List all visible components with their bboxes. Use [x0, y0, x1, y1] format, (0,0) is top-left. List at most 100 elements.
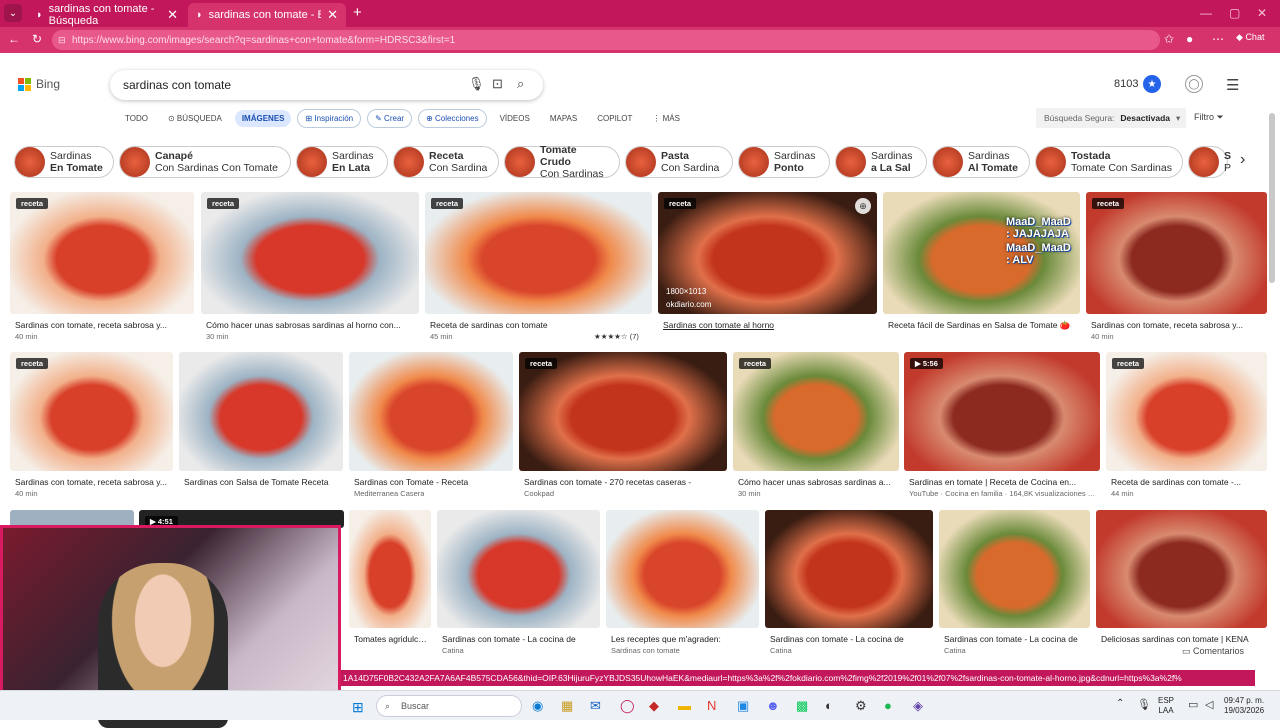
image-caption[interactable]: Receta fácil de Sardinas en Salsa de Tom…: [888, 320, 1077, 331]
taskbar-search[interactable]: ⌕ Buscar: [376, 695, 522, 717]
image-result[interactable]: receta: [425, 192, 652, 314]
search-box[interactable]: sardinas con tomate 🎙 ⊡ ⌕: [110, 70, 543, 100]
safe-search-dropdown[interactable]: Búsqueda Segura: Desactivada ▾: [1036, 108, 1186, 128]
address-bar[interactable]: ⊟ https://www.bing.com/images/search?q=s…: [52, 30, 1160, 50]
settings-gear-icon[interactable]: ⚙: [855, 698, 867, 714]
twitch-icon[interactable]: ◈: [913, 698, 923, 714]
nav-videos[interactable]: VÍDEOS: [493, 110, 537, 127]
close-tab-icon[interactable]: ✕: [327, 7, 338, 23]
nav-colecciones[interactable]: ⊕ Colecciones: [418, 109, 487, 128]
image-caption[interactable]: Sardinas con Tomate - Receta: [354, 477, 510, 487]
image-caption[interactable]: Sardinas en tomate | Receta de Cocina en…: [909, 477, 1097, 487]
image-caption[interactable]: Receta de sardinas con tomate -...: [1111, 477, 1264, 487]
close-tab-icon[interactable]: ✕: [167, 7, 178, 23]
app-green-icon[interactable]: ▩: [796, 698, 808, 714]
rewards-points[interactable]: 8103: [1114, 78, 1138, 90]
tab-2[interactable]: ◗ sardinas con tomate - Búsqueda d ✕: [188, 3, 346, 27]
related-search-chip[interactable]: Canapé Con Sardinas Con Tomate: [119, 146, 291, 178]
extension-icon[interactable]: ●: [1186, 32, 1193, 46]
image-caption[interactable]: Sardinas con tomate - La cocina de: [944, 634, 1087, 644]
network-icon[interactable]: ▭: [1188, 698, 1198, 711]
related-search-chip[interactable]: Receta Con Sardina: [393, 146, 499, 178]
image-caption[interactable]: Sardinas con tomate al horno: [663, 320, 874, 330]
nav-busqueda[interactable]: ⊙ BÚSQUEDA: [161, 110, 229, 127]
image-result[interactable]: [939, 510, 1090, 628]
spotify-icon[interactable]: ●: [884, 698, 892, 713]
store-icon[interactable]: ▦: [561, 698, 573, 714]
maximize-icon[interactable]: ▢: [1229, 6, 1240, 20]
image-result[interactable]: receta: [10, 192, 194, 314]
rewards-icon[interactable]: ★: [1143, 75, 1161, 93]
hamburger-menu-icon[interactable]: ☰: [1226, 76, 1239, 94]
image-result[interactable]: receta: [1106, 352, 1267, 471]
nav-imagenes[interactable]: IMÁGENES: [234, 110, 292, 127]
image-caption[interactable]: Sardinas con tomate, receta sabrosa y...: [1091, 320, 1264, 330]
nav-todo[interactable]: TODO: [118, 110, 155, 127]
image-caption[interactable]: Deliciosas sardinas con tomate | KENA: [1101, 634, 1264, 644]
nav-copilot[interactable]: COPILOT: [590, 110, 639, 127]
folder-icon[interactable]: ▬: [678, 698, 691, 713]
related-search-chip[interactable]: Tomate Crudo Con Sardinas: [504, 146, 620, 178]
image-result[interactable]: receta 1800×1013 okdiario.com ⊕: [658, 192, 877, 314]
mail-icon[interactable]: ✉: [590, 698, 601, 714]
chevron-right-icon[interactable]: ›: [1240, 151, 1245, 169]
windows-start-icon[interactable]: ⊞: [352, 699, 364, 716]
image-caption[interactable]: Les receptes que m'agraden:: [611, 634, 756, 644]
related-search-chip[interactable]: Sardinas a La Sal: [835, 146, 927, 178]
image-caption[interactable]: Sardinas con Salsa de Tomate Receta: [184, 477, 340, 487]
image-caption[interactable]: Receta de sardinas con tomate: [430, 320, 649, 330]
back-icon[interactable]: ←: [8, 32, 20, 46]
save-to-collection-icon[interactable]: ⊕: [855, 198, 871, 214]
filter-button[interactable]: Filtro ⏷: [1194, 112, 1224, 123]
related-search-chip[interactable]: Sardinas En Lata: [296, 146, 388, 178]
clock[interactable]: 09:47 p. m. 19/03/2026: [1224, 696, 1264, 716]
image-caption[interactable]: Sardinas con tomate - La cocina de: [770, 634, 930, 644]
refresh-icon[interactable]: ↻: [32, 32, 42, 46]
tab-1[interactable]: ◗ sardinas con tomate - Búsqueda ✕: [28, 3, 186, 27]
edge-icon[interactable]: ◉: [532, 698, 543, 714]
image-result[interactable]: receta: [519, 352, 727, 471]
image-result[interactable]: [349, 352, 513, 471]
image-result[interactable]: [765, 510, 933, 628]
language-indicator[interactable]: ESP LAA: [1158, 696, 1174, 716]
image-result[interactable]: receta: [201, 192, 419, 314]
image-result[interactable]: [1096, 510, 1267, 628]
microphone-icon[interactable]: 🎙: [468, 76, 485, 92]
image-caption[interactable]: Sardinas con tomate - 270 recetas casera…: [524, 477, 724, 487]
tray-chevron-up-icon[interactable]: ⌃: [1116, 698, 1124, 709]
microphone-tray-icon[interactable]: 🎙: [1137, 698, 1151, 711]
image-caption[interactable]: Sardinas con tomate - La cocina de: [442, 634, 597, 644]
image-caption[interactable]: Cómo hacer unas sabrosas sardinas al hor…: [206, 320, 416, 330]
more-menu-icon[interactable]: ⋯: [1212, 32, 1224, 46]
nav-inspiracion[interactable]: ⊞ Inspiración: [297, 109, 362, 128]
tab-list-button[interactable]: ⌄: [4, 4, 22, 22]
comments-button[interactable]: ▭ Comentarios: [1182, 646, 1244, 657]
visual-search-icon[interactable]: ⊡: [492, 76, 503, 92]
site-info-icon[interactable]: ⊟: [58, 35, 66, 46]
image-caption[interactable]: Sardinas con tomate, receta sabrosa y...: [15, 477, 170, 487]
copilot-chat-button[interactable]: ◆ Chat: [1236, 32, 1264, 43]
nav-mas[interactable]: ⋮ MÁS: [645, 110, 687, 127]
search-input[interactable]: sardinas con tomate: [123, 78, 231, 92]
image-caption[interactable]: Cómo hacer unas sabrosas sardinas a...: [738, 477, 896, 487]
nav-crear[interactable]: ✎ Crear: [367, 109, 413, 128]
related-search-chip[interactable]: Pasta Con Sardina: [625, 146, 733, 178]
image-result[interactable]: ▶ 5:56: [904, 352, 1100, 471]
account-avatar-icon[interactable]: ◯: [1185, 75, 1203, 93]
image-result[interactable]: receta: [733, 352, 899, 471]
search-icon[interactable]: ⌕: [517, 76, 524, 92]
minimize-icon[interactable]: —: [1200, 6, 1212, 20]
related-search-chip[interactable]: Sardinas En Tomate: [14, 146, 114, 178]
image-caption[interactable]: Sardinas con tomate, receta sabrosa y...: [15, 320, 191, 330]
image-result[interactable]: [437, 510, 600, 628]
volume-icon[interactable]: ◁: [1205, 698, 1213, 711]
github-icon[interactable]: ◐: [825, 698, 833, 713]
bing-logo[interactable]: Bing: [18, 77, 60, 91]
image-caption[interactable]: Tomates agridulces con s...: [354, 634, 428, 644]
discord-icon[interactable]: ☻: [766, 698, 780, 713]
app-window-icon[interactable]: ▣: [737, 698, 749, 714]
image-result[interactable]: [349, 510, 431, 628]
related-search-chip[interactable]: Tostada Tomate Con Sardinas: [1035, 146, 1183, 178]
close-window-icon[interactable]: ✕: [1257, 6, 1267, 20]
image-result[interactable]: receta: [10, 352, 173, 471]
